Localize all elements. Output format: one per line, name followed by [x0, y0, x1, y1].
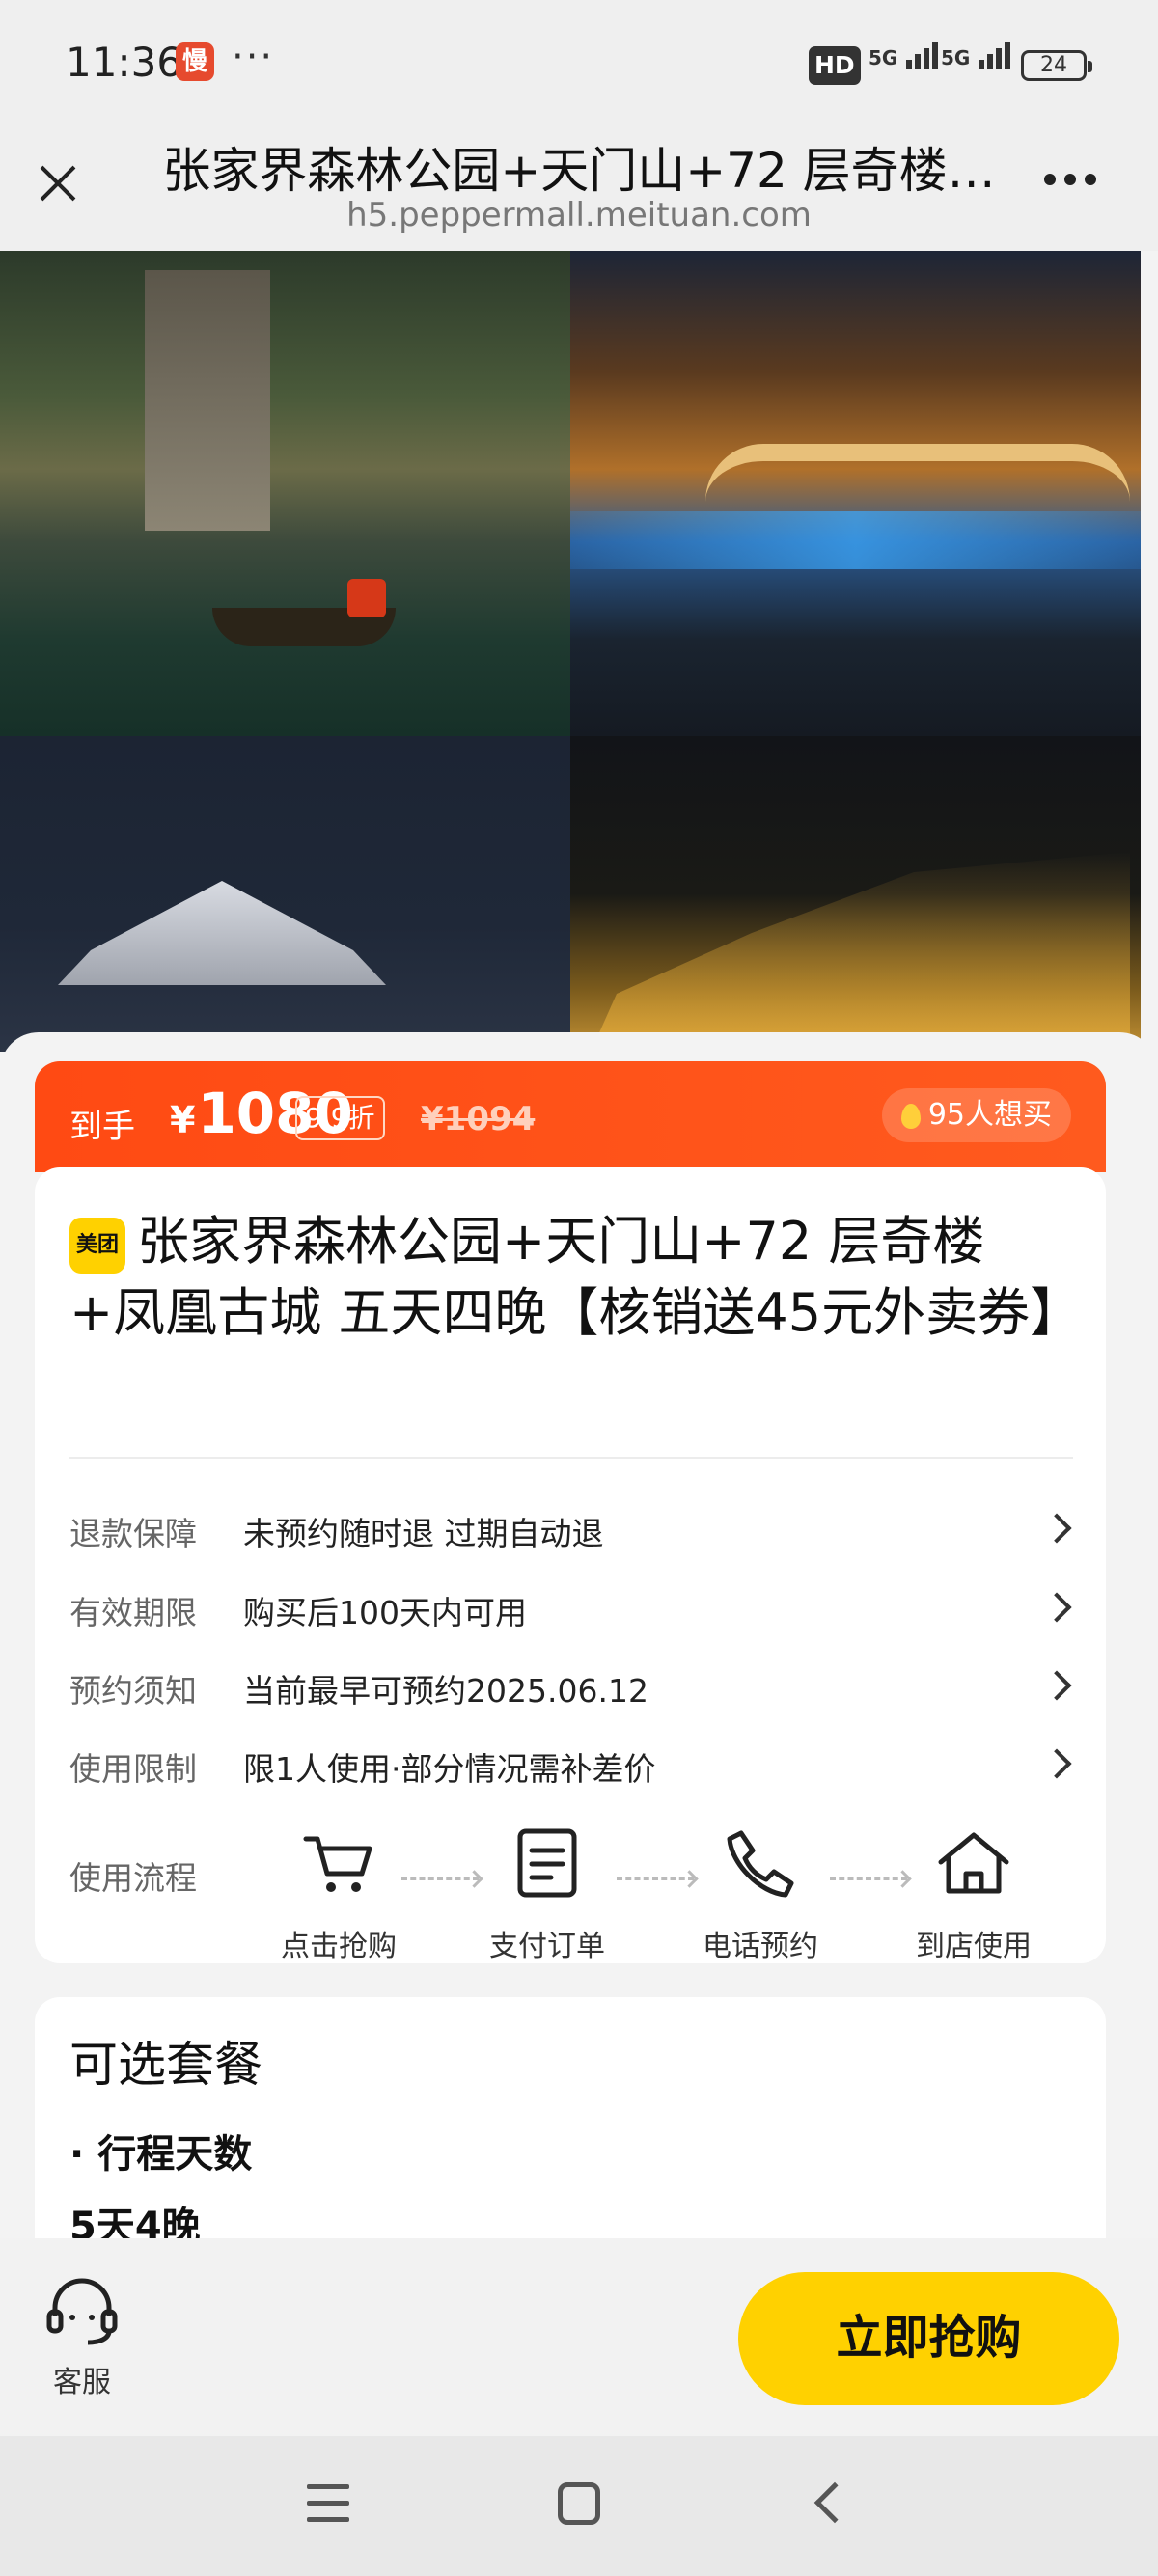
bridge-shape [705, 444, 1130, 502]
product-detail: 到手 ¥1080 9.9折 ¥1094 95人想买 美团 张家界森林公园+天门山+… [0, 1032, 1158, 2238]
currency-symbol: ¥ [170, 1099, 196, 1141]
status-time: 11:36 [66, 39, 183, 86]
browser-header: 张家界森林公园+天门山+72 层奇楼… h5.peppermall.meitua… [0, 130, 1158, 251]
gallery-photo[interactable] [0, 736, 570, 1052]
package-section-title: 行程天数 [69, 2123, 252, 2179]
flow-step-buy: 点击抢购 [266, 1825, 411, 1964]
close-icon[interactable] [29, 154, 87, 212]
photo-gallery[interactable] [0, 251, 1141, 1052]
info-value: 未预约随时退 过期自动退 [243, 1515, 604, 1552]
page-content[interactable]: 到手 ¥1080 9.9折 ¥1094 95人想买 美团 张家界森林公园+天门山+… [0, 251, 1158, 2238]
home-nav-icon[interactable] [558, 2482, 600, 2525]
info-row-booking[interactable]: 预约须知 当前最早可预约2025.06.12 [69, 1658, 1073, 1715]
bottom-action-bar: 客服 立即抢购 [0, 2238, 1158, 2436]
info-row-refund[interactable]: 退款保障 未预约随时退 过期自动退 [69, 1500, 1073, 1558]
flow-arrow [617, 1877, 694, 1880]
roof-shape [58, 881, 386, 985]
status-more-icon: ··· [232, 35, 275, 79]
system-nav-bar [0, 2436, 1158, 2576]
flame-icon [900, 1103, 921, 1129]
chevron-right-icon [1041, 1748, 1072, 1779]
document-icon [517, 1828, 577, 1898]
customer-service-label: 客服 [53, 2366, 111, 2399]
info-value: 购买后100天内可用 [243, 1594, 527, 1631]
flow-step-visit: 到店使用 [901, 1825, 1046, 1964]
flow-step-label: 点击抢购 [281, 1930, 397, 1963]
info-key: 预约须知 [69, 1672, 197, 1710]
back-icon[interactable] [813, 2481, 856, 2524]
package-option[interactable]: 5天4晚 [69, 2195, 201, 2238]
more-options-icon[interactable] [1044, 171, 1112, 200]
price-label: 到手 [69, 1108, 135, 1146]
page-title: 张家界森林公园+天门山+72 层奇楼… [162, 143, 996, 199]
gallery-photo[interactable] [0, 251, 570, 736]
info-row-validity[interactable]: 有效期限 购买后100天内可用 [69, 1579, 1073, 1637]
flow-step-call: 电话预约 [688, 1825, 833, 1964]
customer-service-button[interactable]: 客服 [39, 2277, 125, 2400]
usage-flow-label: 使用流程 [69, 1859, 197, 1897]
buy-now-button[interactable]: 立即抢购 [738, 2272, 1119, 2405]
package-card: 可选套餐 行程天数 5天4晚 [35, 1997, 1106, 2238]
page-url: h5.peppermall.meituan.com [346, 196, 812, 234]
flow-step-label: 支付订单 [489, 1930, 605, 1963]
gallery-photo[interactable] [570, 251, 1141, 736]
product-title: 张家界森林公园+天门山+72 层奇楼+凤凰古城 五天四晚【核销送45元外卖券】 [69, 1211, 1083, 1343]
info-key: 退款保障 [69, 1515, 197, 1552]
recent-apps-icon[interactable] [307, 2484, 349, 2523]
divider [69, 1457, 1073, 1459]
flow-step-pay: 支付订单 [475, 1825, 620, 1964]
lit-buildings-shape [590, 852, 1130, 1052]
meituan-logo-icon: 美团 [69, 1218, 125, 1274]
status-bar: 11:36 慢 ··· HD 5G 5G 24 [0, 0, 1158, 130]
flow-arrow [401, 1877, 479, 1880]
headset-icon [46, 2278, 118, 2345]
chevron-right-icon [1041, 1513, 1072, 1544]
want-count-badge: 95人想买 [881, 1088, 1071, 1142]
info-value: 限1人使用·部分情况需补差价 [243, 1750, 656, 1788]
flow-step-label: 到店使用 [916, 1930, 1032, 1963]
boatman-shape [347, 579, 386, 617]
app-notification-icon: 慢 [176, 42, 214, 81]
product-title-row: 美团 张家界森林公园+天门山+72 层奇楼+凤凰古城 五天四晚【核销送45元外卖券… [69, 1206, 1082, 1349]
signal-label: 5G [868, 46, 898, 69]
cart-icon [303, 1836, 372, 1892]
want-count: 95人想买 [927, 1098, 1052, 1132]
home-icon [938, 1832, 1009, 1894]
signal-icon: 5G [941, 42, 1013, 69]
chevron-right-icon [1041, 1592, 1072, 1623]
pagoda-shape [145, 270, 270, 531]
info-value: 当前最早可预约2025.06.12 [243, 1672, 648, 1710]
info-card: 美团 张家界森林公园+天门山+72 层奇楼+凤凰古城 五天四晚【核销送45元外卖券… [35, 1167, 1106, 1963]
hd-icon: HD [809, 46, 861, 85]
signal-icon: 5G [868, 42, 941, 69]
info-row-limit[interactable]: 使用限制 限1人使用·部分情况需补差价 [69, 1736, 1073, 1794]
bridge-light-shape [570, 511, 1141, 569]
info-key: 有效期限 [69, 1594, 197, 1631]
signal-label: 5G [941, 46, 971, 69]
discount-badge: 9.9折 [295, 1096, 385, 1140]
phone-icon [727, 1830, 794, 1898]
price-bar: 到手 ¥1080 9.9折 ¥1094 95人想买 [35, 1061, 1106, 1172]
battery-icon: 24 [1021, 50, 1092, 81]
package-title: 可选套餐 [69, 2037, 262, 2093]
flow-arrow [830, 1877, 907, 1880]
gallery-photo[interactable] [570, 736, 1141, 1052]
flow-step-label: 电话预约 [703, 1930, 818, 1963]
original-price: ¥1094 [421, 1100, 536, 1138]
info-key: 使用限制 [69, 1750, 197, 1788]
chevron-right-icon [1041, 1670, 1072, 1701]
